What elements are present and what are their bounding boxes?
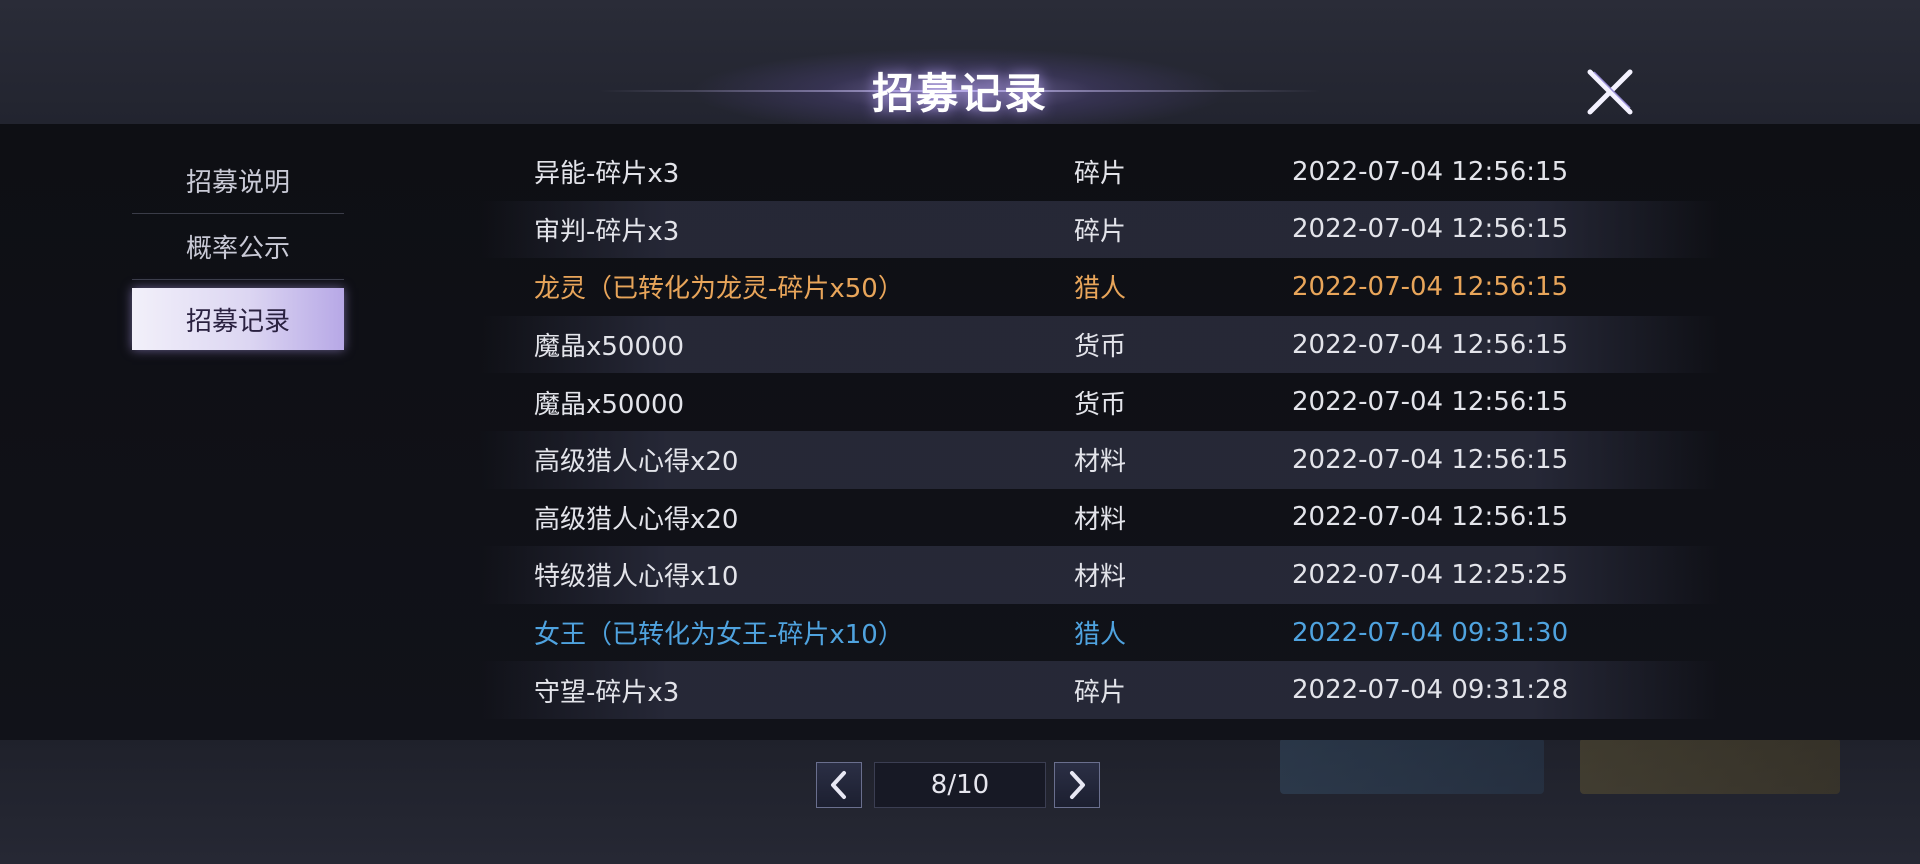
record-time: 2022-07-04 12:56:15 [1292, 156, 1569, 187]
record-type: 碎片 [1074, 216, 1127, 247]
record-item: 守望-碎片x3 [534, 677, 680, 708]
page-indicator: 8/10 [874, 762, 1046, 808]
record-item: 审判-碎片x3 [534, 216, 680, 247]
record-item: 女王（已转化为女王-碎片x10） [534, 620, 904, 651]
table-row: 异能-碎片x3 碎片 2022-07-04 12:56:15 [480, 143, 1720, 201]
sidebar-item-recruit-info[interactable]: 招募说明 [132, 148, 344, 214]
record-type: 货币 [1074, 389, 1127, 420]
record-item: 高级猎人心得x20 [534, 504, 739, 535]
record-type: 猎人 [1074, 620, 1127, 651]
record-item: 特级猎人心得x10 [534, 562, 739, 593]
table-row: 特级猎人心得x10 材料 2022-07-04 12:25:25 [480, 546, 1720, 604]
chevron-right-icon [1070, 771, 1085, 799]
record-list: 异能-碎片x3 碎片 2022-07-04 12:56:15 审判-碎片x3 碎… [480, 143, 1720, 719]
record-time: 2022-07-04 09:31:28 [1292, 675, 1569, 706]
record-time: 2022-07-04 12:56:15 [1292, 502, 1569, 533]
record-item: 龙灵（已转化为龙灵-碎片x50） [534, 274, 904, 305]
record-time: 2022-07-04 12:25:25 [1292, 559, 1569, 590]
next-page-button[interactable] [1054, 762, 1100, 808]
record-item: 魔晶x50000 [534, 389, 685, 420]
record-time: 2022-07-04 12:56:15 [1292, 271, 1569, 302]
record-item: 异能-碎片x3 [534, 159, 680, 190]
sidebar-item-recruit-record[interactable]: 招募记录 [132, 288, 344, 350]
background-button-blue [1280, 738, 1544, 794]
table-row: 审判-碎片x3 碎片 2022-07-04 12:56:15 [480, 200, 1720, 259]
record-type: 碎片 [1074, 159, 1127, 190]
sidebar-item-label: 招募记录 [185, 306, 290, 337]
record-time: 2022-07-04 09:31:30 [1292, 617, 1569, 648]
record-type: 材料 [1074, 504, 1127, 535]
table-row: 魔晶x50000 货币 2022-07-04 12:56:15 [480, 315, 1720, 374]
sidebar-item-label: 招募说明 [185, 168, 290, 198]
record-type: 猎人 [1074, 274, 1127, 305]
chevron-left-icon [831, 771, 846, 799]
record-type: 材料 [1074, 447, 1127, 478]
record-time: 2022-07-04 12:56:15 [1292, 387, 1569, 418]
record-type: 材料 [1074, 562, 1127, 593]
table-row: 龙灵（已转化为龙灵-碎片x50） 猎人 2022-07-04 12:56:15 [480, 258, 1720, 316]
record-item: 魔晶x50000 [534, 332, 685, 363]
record-type: 货币 [1074, 332, 1127, 363]
sidebar-item-probability[interactable]: 概率公示 [132, 214, 344, 280]
record-time: 2022-07-04 12:56:15 [1292, 444, 1569, 475]
record-item: 高级猎人心得x20 [534, 447, 739, 478]
prev-page-button[interactable] [816, 762, 862, 808]
background-button-gold [1580, 738, 1840, 794]
record-type: 碎片 [1074, 677, 1127, 708]
table-row: 女王（已转化为女王-碎片x10） 猎人 2022-07-04 09:31:30 [480, 604, 1720, 662]
sidebar: 招募说明 概率公示 招募记录 [132, 148, 344, 350]
table-row: 高级猎人心得x20 材料 2022-07-04 12:56:15 [480, 489, 1720, 547]
close-button[interactable] [1584, 66, 1636, 118]
close-x-icon [1587, 69, 1633, 115]
table-row: 守望-碎片x3 碎片 2022-07-04 09:31:28 [480, 661, 1720, 719]
record-time: 2022-07-04 12:56:15 [1292, 329, 1569, 360]
sidebar-item-label: 概率公示 [185, 234, 290, 264]
table-row: 高级猎人心得x20 材料 2022-07-04 12:56:15 [480, 430, 1720, 489]
recruit-record-screen: 招募记录 招募说明 概率公示 招募记录 异能-碎片x3 碎片 2022-07-0… [0, 0, 1920, 864]
table-row: 魔晶x50000 货币 2022-07-04 12:56:15 [480, 373, 1720, 431]
record-time: 2022-07-04 12:56:15 [1292, 214, 1569, 245]
